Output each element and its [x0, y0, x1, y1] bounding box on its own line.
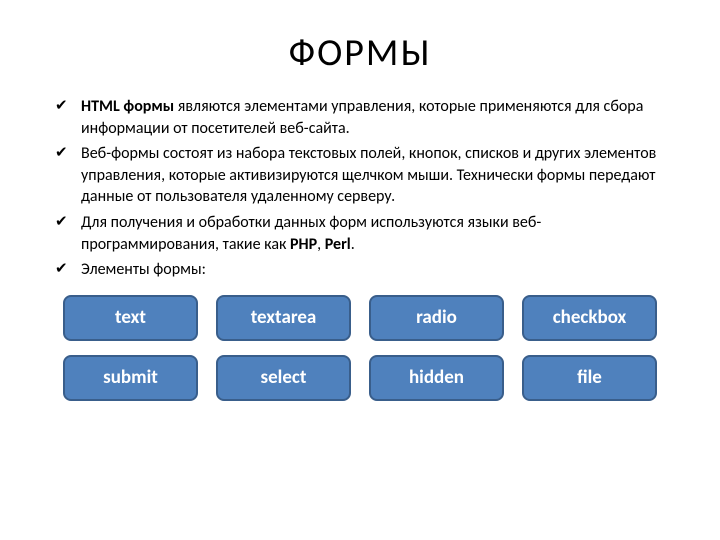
page-title: ФОРМЫ [45, 30, 675, 76]
bullet-bold: PHP [290, 235, 317, 254]
element-file: file [522, 355, 657, 401]
bullet-item: Для получения и обработки данных форм ис… [55, 212, 675, 255]
bullet-list: HTML формы являются элементами управлени… [45, 96, 675, 281]
bullet-item: HTML формы являются элементами управлени… [55, 96, 675, 139]
bullet-item: Веб-формы состоят из набора текстовых по… [55, 143, 675, 208]
element-text: text [63, 295, 198, 341]
bullet-bold: HTML формы [81, 97, 174, 116]
element-hidden: hidden [369, 355, 504, 401]
bullet-item: Элементы формы: [55, 259, 675, 281]
element-select: select [216, 355, 351, 401]
element-checkbox: checkbox [522, 295, 657, 341]
elements-grid: text textarea radio checkbox submit sele… [45, 295, 675, 401]
bullet-text: Веб-формы состоят из набора текстовых по… [81, 144, 656, 206]
element-submit: submit [63, 355, 198, 401]
bullet-bold: Perl [325, 235, 351, 254]
element-radio: radio [369, 295, 504, 341]
bullet-text: . [351, 235, 355, 254]
bullet-text: Элементы формы: [81, 260, 206, 279]
element-textarea: textarea [216, 295, 351, 341]
bullet-text: , [317, 235, 325, 254]
